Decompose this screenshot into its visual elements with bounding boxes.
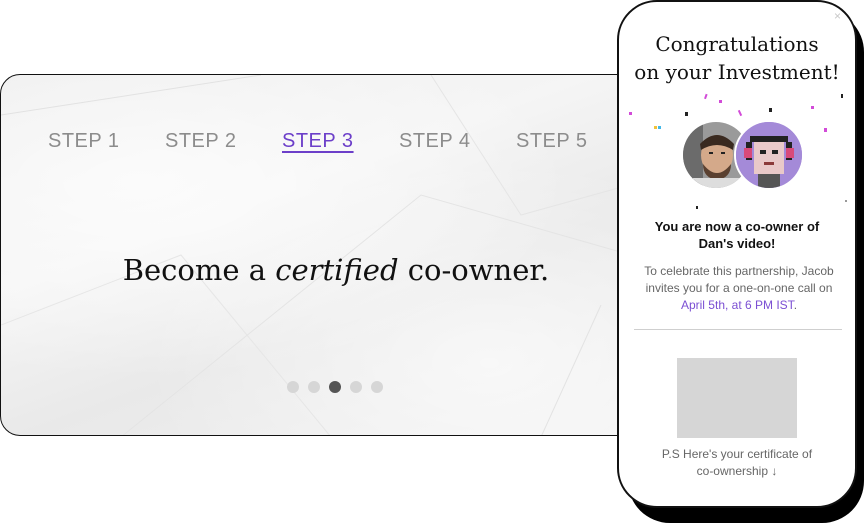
tab-step-4[interactable]: STEP 4 — [399, 130, 516, 153]
pagination-dot-1[interactable] — [287, 381, 299, 393]
call-date-link[interactable]: April 5th, at 6 PM IST — [681, 298, 794, 312]
coowner-line-1: You are now a co-owner of — [654, 219, 820, 234]
step-headline: Become a certified co-owner. — [1, 253, 671, 287]
creator-avatar — [734, 120, 804, 190]
pagination-dots — [287, 381, 383, 393]
certificate-placeholder[interactable] — [677, 358, 797, 438]
celebrate-body: To celebrate this partnership, Jacob inv… — [644, 264, 834, 295]
congrats-title-line-1: Congratulations — [655, 32, 819, 56]
headline-emphasis: certified — [275, 253, 399, 287]
celebrate-text: To celebrate this partnership, Jacob inv… — [633, 263, 845, 314]
certificate-note-line-1: P.S Here's your certificate of — [661, 447, 813, 461]
certificate-note-line-2: co-ownership ↓ — [696, 464, 778, 478]
tab-step-5[interactable]: STEP 5 — [516, 130, 633, 153]
pagination-dot-2[interactable] — [308, 381, 320, 393]
pagination-dot-3[interactable] — [329, 381, 341, 393]
coowner-line-2: Dan's video! — [698, 236, 776, 251]
pagination-dot-5[interactable] — [371, 381, 383, 393]
certificate-note: P.S Here's your certificate of co-owners… — [619, 446, 855, 480]
phone-modal: × Congratulations on your Investment! Yo… — [617, 0, 857, 508]
congrats-title: Congratulations on your Investment! — [619, 30, 855, 86]
headline-suffix: co-owner. — [398, 253, 550, 287]
headline-prefix: Become a — [122, 253, 276, 287]
step-card: STEP 1 STEP 2 STEP 3 STEP 4 STEP 5 Becom… — [0, 74, 700, 436]
step-tabs: STEP 1 STEP 2 STEP 3 STEP 4 STEP 5 — [48, 130, 633, 153]
pagination-dot-4[interactable] — [350, 381, 362, 393]
coowner-message: You are now a co-owner of Dan's video! — [619, 218, 855, 252]
tab-step-3[interactable]: STEP 3 — [282, 130, 399, 153]
celebrate-end: . — [793, 298, 798, 312]
close-icon[interactable]: × — [834, 9, 841, 23]
divider — [634, 329, 842, 330]
tab-step-2[interactable]: STEP 2 — [165, 130, 282, 153]
tab-step-1[interactable]: STEP 1 — [48, 130, 165, 153]
